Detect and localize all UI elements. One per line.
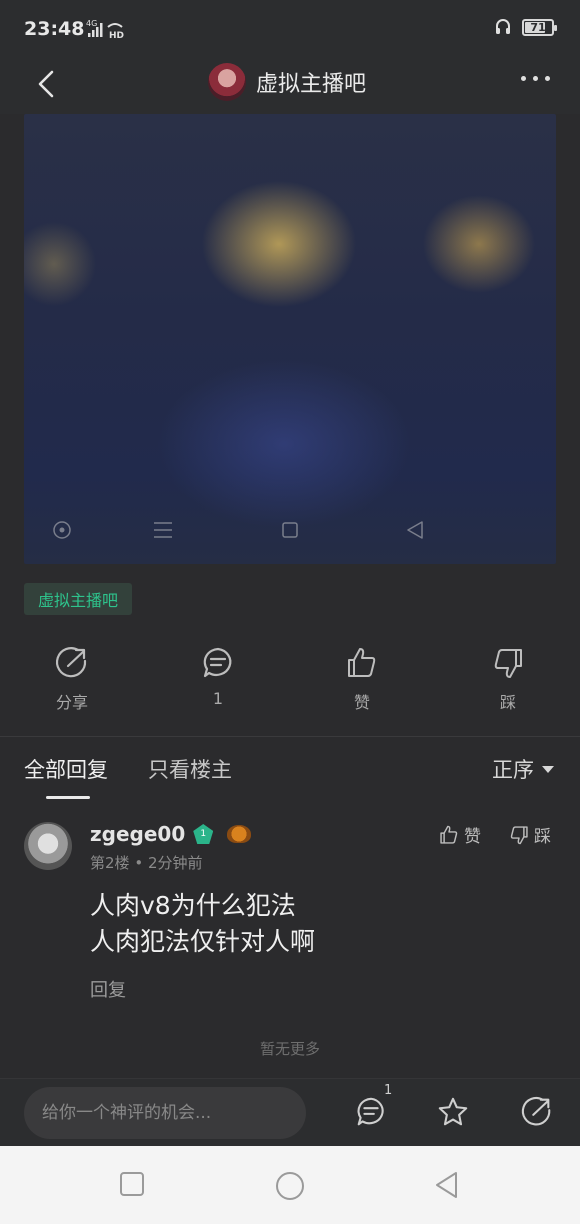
thumbs-down-icon <box>510 825 528 844</box>
svg-text:HD: HD <box>109 31 124 40</box>
circle-icon <box>276 1172 304 1200</box>
star-icon <box>438 1097 468 1126</box>
system-back-button[interactable] <box>432 1170 462 1204</box>
square-icon <box>280 520 300 544</box>
dislike-label: 踩 <box>499 693 516 712</box>
post-image[interactable] <box>24 114 556 564</box>
floor-number: 第2楼 <box>90 854 130 872</box>
forum-title[interactable]: 虚拟主播吧 <box>208 60 366 104</box>
no-more-text: 暂无更多 <box>259 1040 320 1058</box>
share-icon <box>521 1096 551 1126</box>
reply-tabs: 全部回复 只看楼主 正序 <box>0 750 580 800</box>
circle-icon <box>52 520 72 544</box>
recent-apps-button[interactable] <box>118 1170 146 1202</box>
caret-down-icon <box>542 765 554 773</box>
back-button[interactable] <box>28 64 68 104</box>
comment-user: zgege00 1 <box>90 822 252 846</box>
square-icon <box>120 1172 144 1196</box>
username[interactable]: zgege00 <box>90 822 185 846</box>
more-button[interactable] <box>521 76 550 81</box>
svg-text:4G: 4G <box>86 19 97 28</box>
comment-meta: 第2楼 • 2分钟前 <box>90 852 203 873</box>
share-icon <box>56 647 87 678</box>
status-bar: 23:48 4G HD 71 <box>0 0 580 58</box>
sort-label: 正序 <box>492 758 534 782</box>
level-badge-icon: 1 <box>193 824 214 844</box>
thumbs-up-icon <box>440 825 458 844</box>
system-nav-bar <box>0 1146 580 1224</box>
comment-time: 2分钟前 <box>147 854 203 872</box>
comment-dislike-button[interactable]: 踩 <box>508 822 551 847</box>
comment-icon <box>203 647 232 678</box>
section-divider <box>0 736 580 737</box>
image-nav-bar <box>24 520 556 544</box>
comment-body: 人肉v8为什么犯法 人肉犯法仅针对人啊 <box>90 888 315 960</box>
comment-item: zgege00 1 第2楼 • 2分钟前 赞 踩 人肉v8为什么犯法 人肉犯法仅… <box>0 818 580 1018</box>
comment-line-1: 人肉v8为什么犯法 <box>90 891 296 920</box>
favorite-button[interactable] <box>436 1095 470 1133</box>
forum-tag[interactable]: 虚拟主播吧 <box>24 583 133 615</box>
comment-icon <box>357 1097 384 1126</box>
comment-line-2: 人肉犯法仅针对人啊 <box>90 927 316 956</box>
like-label: 赞 <box>353 693 370 712</box>
tab-all-replies[interactable]: 全部回复 <box>24 754 108 784</box>
back-arrow-icon <box>38 70 54 98</box>
home-button[interactable] <box>274 1170 306 1206</box>
status-right: 71 <box>494 18 557 36</box>
triangle-back-icon <box>436 1172 457 1198</box>
share-button[interactable]: 分享 <box>32 645 112 713</box>
bottom-bar: 1 <box>0 1078 580 1146</box>
comment-input[interactable] <box>24 1087 306 1139</box>
forum-avatar <box>208 63 246 101</box>
tab-op-only[interactable]: 只看楼主 <box>148 754 232 784</box>
meta-dot: • <box>134 854 148 872</box>
comment-button[interactable]: 1 <box>178 645 258 708</box>
avatar[interactable] <box>24 822 72 870</box>
share-label: 分享 <box>55 693 88 712</box>
comment-like-button[interactable]: 赞 <box>438 822 481 847</box>
member-badge-icon <box>227 825 252 843</box>
comment-count: 1 <box>212 689 224 708</box>
tab-underline <box>46 796 90 799</box>
sort-button[interactable]: 正序 <box>492 754 554 784</box>
headphones-icon <box>496 19 510 34</box>
bottom-comment-button[interactable] <box>354 1095 388 1133</box>
thumbs-down-icon <box>494 649 522 678</box>
battery-icon: 71 <box>522 18 557 36</box>
top-nav: 虚拟主播吧 <box>0 58 580 114</box>
more-dots-icon <box>521 76 526 81</box>
menu-icon <box>152 520 174 544</box>
post-actions: 分享 1 赞 踩 <box>0 645 580 715</box>
signal-icon: 4G HD <box>86 18 130 41</box>
like-button[interactable]: 赞 <box>322 645 402 713</box>
comment-dislike-label: 踩 <box>534 827 551 847</box>
reply-button[interactable]: 回复 <box>90 976 126 1002</box>
triangle-back-icon <box>404 520 426 544</box>
dislike-button[interactable]: 踩 <box>468 645 548 713</box>
status-time: 23:48 <box>24 18 85 40</box>
comment-like-label: 赞 <box>464 827 481 847</box>
forum-name: 虚拟主播吧 <box>256 72 367 97</box>
bottom-share-button[interactable] <box>520 1095 554 1133</box>
thumbs-up-icon <box>348 648 376 677</box>
